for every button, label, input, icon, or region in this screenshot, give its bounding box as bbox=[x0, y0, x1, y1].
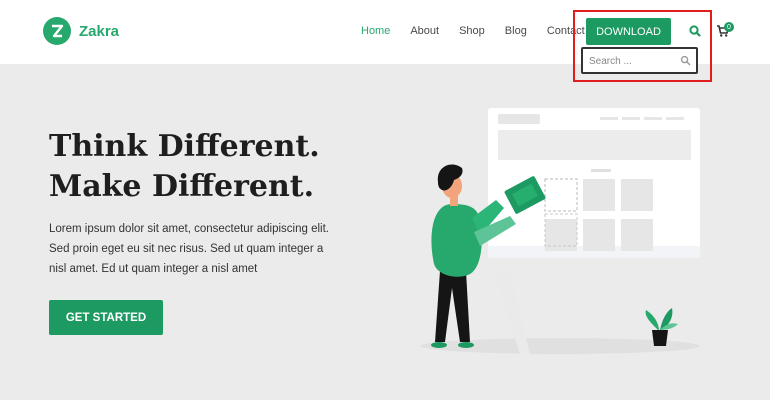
hero-text-line-1: Lorem ipsum dolor sit amet, consectetur … bbox=[49, 223, 329, 235]
nav-item-blog[interactable]: Blog bbox=[505, 25, 527, 37]
search-input[interactable] bbox=[589, 53, 677, 69]
hero-description: Lorem ipsum dolor sit amet, consectetur … bbox=[49, 219, 349, 279]
get-started-button[interactable]: GET STARTED bbox=[49, 300, 163, 335]
search-dropdown bbox=[581, 47, 698, 74]
nav-item-home[interactable]: Home bbox=[361, 25, 390, 37]
browser-mockup bbox=[488, 108, 700, 258]
site-logo[interactable]: Zakra bbox=[43, 17, 119, 45]
hero-text-line-2: Sed proin eget eu sit nec risus. Sed ut … bbox=[49, 243, 324, 255]
nav-item-about[interactable]: About bbox=[410, 25, 439, 37]
search-submit-icon[interactable] bbox=[680, 55, 691, 66]
nav-item-shop[interactable]: Shop bbox=[459, 25, 485, 37]
brand-name: Zakra bbox=[79, 22, 120, 40]
cart-count-badge: 0 bbox=[724, 22, 734, 32]
logo-icon bbox=[43, 17, 71, 45]
hero-text-line-3: nisl amet. Ed ut quam integer a nisl ame… bbox=[49, 263, 258, 275]
main-nav: Home About Shop Blog Contact bbox=[361, 25, 605, 37]
hero-illustration bbox=[420, 108, 700, 354]
hero-title-line-2: Make Different. bbox=[49, 169, 315, 204]
hero-title: Think Different. Make Different. bbox=[49, 127, 320, 207]
hero-title-line-1: Think Different. bbox=[49, 129, 320, 164]
